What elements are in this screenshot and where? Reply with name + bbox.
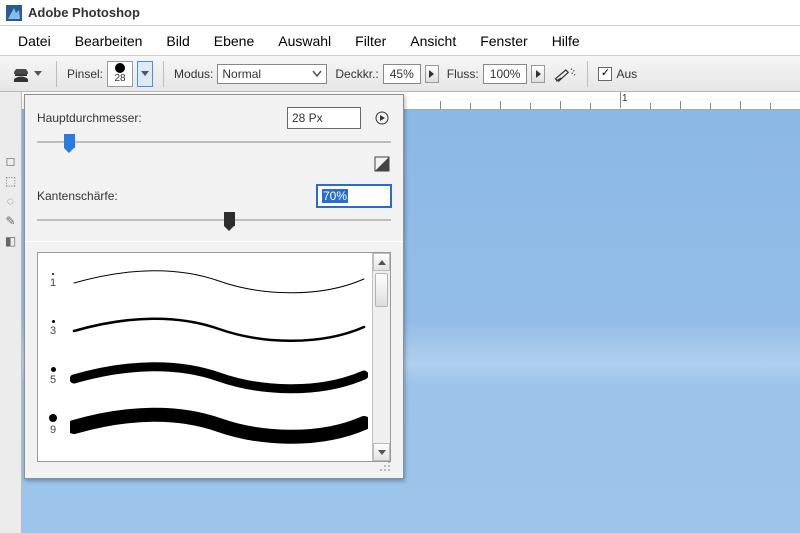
chevron-down-icon (312, 70, 322, 78)
brush-label: Pinsel: (67, 67, 103, 81)
brush-preset-item[interactable]: 5 (42, 353, 368, 401)
brush-preset-item[interactable]: 1 (42, 257, 368, 305)
ruler-minor-tick (440, 101, 441, 109)
ruler-minor-tick (560, 101, 561, 109)
separator (56, 61, 57, 87)
ruler-minor-tick (650, 103, 651, 109)
hardness-value: 70% (322, 189, 348, 203)
app-title: Adobe Photoshop (28, 5, 140, 20)
slider-thumb[interactable] (64, 134, 75, 148)
tool-dropdown-icon (34, 71, 42, 76)
menu-filter[interactable]: Filter (343, 29, 398, 53)
ruler-minor-tick (590, 103, 591, 109)
divider (25, 241, 403, 242)
resize-grip-icon (379, 460, 391, 472)
diameter-input[interactable]: 28 Px (287, 107, 361, 129)
clone-stamp-icon (10, 63, 32, 85)
menu-bar: Datei Bearbeiten Bild Ebene Auswahl Filt… (0, 26, 800, 56)
tool-slot[interactable]: ◧ (2, 232, 20, 250)
separator (587, 61, 588, 87)
triangle-right-icon (536, 70, 541, 78)
opacity-input[interactable]: 45% (383, 64, 421, 84)
options-bar: Pinsel: 28 Modus: Normal Deckkr.: 45% Fl… (0, 56, 800, 92)
diameter-label: Hauptdurchmesser: (37, 111, 142, 125)
ruler-minor-tick (530, 103, 531, 109)
slider-thumb[interactable] (224, 212, 235, 226)
brush-preset-stroke-preview (70, 357, 368, 397)
brush-preset-size: 5 (42, 367, 64, 386)
aligned-checkbox[interactable]: ✓ (598, 67, 612, 81)
menu-ebene[interactable]: Ebene (202, 29, 266, 53)
brush-preset-list: 1 3 5 9 (37, 252, 391, 462)
ruler-tick-label: 1 (622, 93, 628, 104)
mode-label: Modus: (174, 67, 213, 81)
ruler-major-tick (620, 92, 621, 108)
chevron-down-icon (141, 71, 149, 76)
hardness-slider[interactable] (37, 213, 391, 227)
opacity-value: 45% (390, 67, 414, 81)
menu-hilfe[interactable]: Hilfe (540, 29, 592, 53)
diameter-value: 28 Px (292, 111, 323, 125)
flow-label: Fluss: (447, 67, 479, 81)
brush-dropdown-button[interactable] (137, 61, 153, 87)
hardness-label: Kantenschärfe: (37, 189, 118, 203)
opacity-flyout-button[interactable] (425, 65, 439, 83)
brush-preset-stroke-preview (70, 309, 368, 349)
tool-slot[interactable]: ◻ (2, 152, 20, 170)
separator (163, 61, 164, 87)
menu-auswahl[interactable]: Auswahl (266, 29, 343, 53)
brush-preset-item[interactable]: 9 (42, 401, 368, 449)
active-tool-button[interactable] (6, 61, 46, 87)
scroll-down-button[interactable] (373, 443, 390, 461)
scroll-thumb[interactable] (375, 273, 388, 307)
scrollbar[interactable] (372, 253, 390, 461)
brush-preset-stroke-preview (70, 405, 368, 445)
mode-select[interactable]: Normal (217, 64, 327, 84)
triangle-right-icon (429, 70, 434, 78)
circle-play-icon (375, 111, 389, 125)
ruler-minor-tick (740, 101, 741, 109)
toolbox: ◻ ⬚ ◌ ✎ ◧ (0, 92, 22, 533)
brush-preview[interactable]: 28 (107, 61, 133, 87)
ruler-minor-tick (710, 103, 711, 109)
title-bar: Adobe Photoshop (0, 0, 800, 26)
brush-preview-dot-icon (115, 63, 125, 73)
flyout-menu-button[interactable] (373, 109, 391, 127)
resize-grip[interactable] (37, 462, 391, 472)
ruler-minor-tick (470, 103, 471, 109)
mode-value: Normal (222, 67, 261, 81)
app-logo-icon (6, 5, 22, 21)
hardness-input[interactable]: 70% (317, 185, 391, 207)
tool-slot[interactable]: ✎ (2, 212, 20, 230)
slider-track (37, 219, 391, 221)
reset-brush-button[interactable] (373, 155, 391, 173)
flow-input[interactable]: 100% (483, 64, 528, 84)
brush-preset-size: 9 (42, 414, 64, 436)
brush-preset-size: 1 (42, 273, 64, 289)
brush-settings-flyout: Hauptdurchmesser: 28 Px Kantenschärfe: 7… (24, 94, 404, 479)
menu-datei[interactable]: Datei (6, 29, 63, 53)
menu-ansicht[interactable]: Ansicht (398, 29, 468, 53)
flow-value: 100% (490, 67, 521, 81)
menu-bearbeiten[interactable]: Bearbeiten (63, 29, 155, 53)
ruler-minor-tick (500, 101, 501, 109)
brush-preset-size: 3 (42, 320, 64, 337)
diameter-slider[interactable] (37, 135, 391, 149)
ruler-minor-tick (680, 101, 681, 109)
tool-slot[interactable]: ⬚ (2, 172, 20, 190)
opacity-label: Deckkr.: (335, 67, 378, 81)
scroll-up-button[interactable] (373, 253, 390, 271)
menu-bild[interactable]: Bild (154, 29, 201, 53)
aligned-label-partial: Aus (616, 67, 637, 81)
menu-fenster[interactable]: Fenster (468, 29, 539, 53)
brush-preview-size: 28 (114, 74, 125, 84)
brush-preset-stroke-preview (70, 261, 368, 301)
airbrush-icon[interactable] (553, 65, 577, 83)
half-square-icon (374, 156, 390, 172)
slider-track (37, 141, 391, 143)
flow-flyout-button[interactable] (531, 65, 545, 83)
brush-preset-item[interactable]: 3 (42, 305, 368, 353)
tool-slot[interactable]: ◌ (2, 192, 20, 210)
ruler-minor-tick (770, 103, 771, 109)
